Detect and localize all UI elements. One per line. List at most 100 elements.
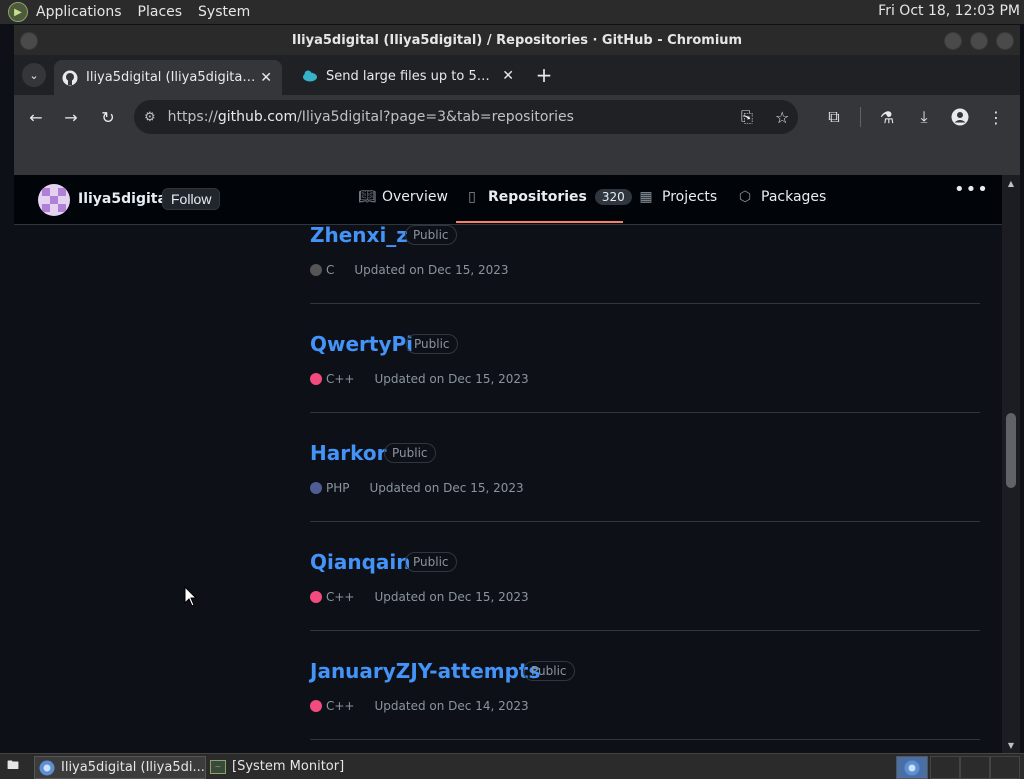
language-color-dot bbox=[310, 591, 322, 603]
repo-name-link[interactable]: JanuaryZJY-attempts bbox=[310, 659, 540, 683]
labs-flask-icon[interactable]: ⚗ bbox=[875, 105, 899, 129]
tab-projects[interactable]: ▦ Projects bbox=[638, 189, 717, 205]
window-titlebar[interactable]: Iliya5digital (Iliya5digital) / Reposito… bbox=[14, 25, 1020, 55]
visibility-badge: Public bbox=[406, 334, 458, 354]
tab-strip: ⌄ Iliya5digital (Iliya5digital) / Re ✕ S… bbox=[14, 55, 1020, 95]
system-monitor-icon: ~ bbox=[210, 759, 226, 774]
app-menu-icon[interactable]: ▶ bbox=[8, 2, 28, 22]
tab-packages[interactable]: ⬡ Packages bbox=[737, 189, 826, 205]
desktop-taskbar: 🖿︎ Iliya5digital (Iliya5di... ~ [System … bbox=[0, 753, 1024, 779]
language-color-dot bbox=[310, 373, 322, 385]
table-icon: ▦ bbox=[639, 189, 653, 205]
tab-overview-label: Overview bbox=[382, 189, 448, 205]
download-icon[interactable]: ⤓ bbox=[912, 105, 936, 129]
repo-name-link[interactable]: QwertyPi bbox=[310, 332, 413, 356]
repo-updated: Updated on Dec 15, 2023 bbox=[374, 372, 529, 386]
scroll-down-icon[interactable]: ▼ bbox=[1006, 741, 1016, 750]
url-scheme: https:// bbox=[167, 109, 218, 125]
visibility-badge: Public bbox=[405, 225, 457, 245]
close-tab-icon[interactable]: ✕ bbox=[260, 70, 272, 86]
scroll-thumb[interactable] bbox=[1006, 413, 1016, 488]
workspace-switcher-4[interactable] bbox=[990, 756, 1020, 779]
show-desktop-icon[interactable]: 🖿︎ bbox=[2, 756, 24, 777]
mouse-cursor-icon bbox=[184, 585, 198, 607]
repo-language: C bbox=[326, 263, 335, 277]
repo-name-link[interactable]: Zhenxi_z bbox=[310, 223, 408, 247]
site-info-icon[interactable]: ⚙ bbox=[144, 110, 156, 125]
install-app-icon[interactable]: ⎘ bbox=[741, 108, 753, 126]
follow-button[interactable]: Follow bbox=[162, 188, 221, 210]
menu-system[interactable]: System bbox=[198, 4, 250, 20]
repo-list-item: Harkor Public PHP Updated on Dec 15, 202… bbox=[310, 441, 980, 522]
address-bar[interactable]: ⚙ https://github.com/Iliya5digital?page=… bbox=[134, 100, 798, 134]
language-color-dot bbox=[310, 264, 322, 276]
forward-icon[interactable]: → bbox=[59, 105, 83, 129]
desktop-top-panel: ▶ Applications Places System Fri Oct 18,… bbox=[0, 0, 1024, 24]
new-tab-icon[interactable]: + bbox=[532, 63, 556, 87]
browser-menu-icon[interactable]: ⋮ bbox=[984, 105, 1008, 129]
tab-transfer[interactable]: Send large files up to 5GB fo ✕ bbox=[294, 61, 524, 91]
taskbar-item-label: Iliya5digital (Iliya5di... bbox=[61, 760, 205, 775]
repo-name-link[interactable]: Qianqain bbox=[310, 550, 411, 574]
tab-repositories[interactable]: ▯ Repositories 320 bbox=[464, 189, 632, 205]
more-options-icon[interactable]: ••• bbox=[954, 179, 989, 200]
repo-meta: C++ Updated on Dec 15, 2023 bbox=[310, 372, 529, 386]
avatar[interactable] bbox=[38, 184, 70, 216]
language-color-dot bbox=[310, 700, 322, 712]
maximize-button[interactable] bbox=[970, 32, 988, 50]
reload-icon[interactable]: ↻ bbox=[96, 105, 120, 129]
tab-title: Iliya5digital (Iliya5digital) / Re bbox=[86, 70, 256, 85]
workspace-switcher-2[interactable] bbox=[930, 756, 960, 779]
repo-meta: C Updated on Dec 15, 2023 bbox=[310, 263, 509, 277]
extensions-icon[interactable]: ⧉ bbox=[822, 105, 846, 129]
book-icon: 📖︎ bbox=[358, 189, 376, 205]
close-tab-icon[interactable]: ✕ bbox=[502, 68, 514, 84]
url-host: github.com bbox=[217, 109, 298, 125]
tab-overview[interactable]: 📖︎ Overview bbox=[358, 189, 448, 205]
back-icon[interactable]: ← bbox=[24, 105, 48, 129]
language-color-dot bbox=[310, 482, 322, 494]
menu-applications[interactable]: Applications bbox=[36, 4, 122, 20]
workspace-switcher-1[interactable] bbox=[896, 756, 928, 779]
close-window-button[interactable] bbox=[996, 32, 1014, 50]
repo-language: C++ bbox=[326, 372, 355, 386]
taskbar-item-browser[interactable]: Iliya5digital (Iliya5di... bbox=[34, 756, 206, 779]
cloud-icon bbox=[302, 68, 318, 84]
profile-username[interactable]: Iliya5digital bbox=[78, 191, 172, 207]
repo-language: C++ bbox=[326, 699, 355, 713]
page-scrollbar[interactable]: ▲ ▼ bbox=[1002, 175, 1020, 753]
tab-github[interactable]: Iliya5digital (Iliya5digital) / Re ✕ bbox=[54, 60, 282, 95]
repo-language: C++ bbox=[326, 590, 355, 604]
minimize-button[interactable] bbox=[944, 32, 962, 50]
repo-meta: C++ Updated on Dec 14, 2023 bbox=[310, 699, 529, 713]
scroll-up-icon[interactable]: ▲ bbox=[1006, 179, 1016, 188]
tab-title: Send large files up to 5GB fo bbox=[326, 68, 494, 84]
workspace-switcher-3[interactable] bbox=[960, 756, 990, 779]
package-icon: ⬡ bbox=[738, 189, 752, 205]
tab-search-button[interactable]: ⌄ bbox=[22, 63, 46, 87]
repo-name-link[interactable]: Harkor bbox=[310, 441, 386, 465]
page-viewport: Iliya5digital Follow 📖︎ Overview ▯ Repos… bbox=[14, 175, 1020, 753]
window-menu-button[interactable] bbox=[20, 32, 38, 50]
clock[interactable]: Fri Oct 18, 12:03 PM bbox=[878, 3, 1020, 19]
menu-places[interactable]: Places bbox=[138, 4, 183, 20]
repo-list-item: JanuaryZJY-attempts Public C++ Updated o… bbox=[310, 659, 980, 740]
window-title: Iliya5digital (Iliya5digital) / Reposito… bbox=[291, 32, 743, 48]
taskbar-item-system-monitor[interactable]: ~ [System Monitor] bbox=[206, 756, 360, 777]
profile-icon[interactable] bbox=[948, 105, 972, 129]
browser-toolbar: ← → ↻ ⚙ https://github.com/Iliya5digital… bbox=[14, 95, 1020, 139]
repo-updated: Updated on Dec 15, 2023 bbox=[374, 590, 529, 604]
visibility-badge: Public bbox=[405, 552, 457, 572]
url-path: /Iliya5digital?page=3&tab=repositories bbox=[297, 109, 574, 125]
browser-window: Iliya5digital (Iliya5digital) / Reposito… bbox=[14, 25, 1020, 753]
repo-updated: Updated on Dec 15, 2023 bbox=[369, 481, 524, 495]
github-icon bbox=[62, 70, 78, 86]
tab-projects-label: Projects bbox=[662, 189, 718, 205]
repo-meta: C++ Updated on Dec 15, 2023 bbox=[310, 590, 529, 604]
visibility-badge: Public bbox=[384, 443, 436, 463]
tab-packages-label: Packages bbox=[761, 189, 827, 205]
bookmark-star-icon[interactable]: ☆ bbox=[775, 108, 789, 127]
visibility-badge: Public bbox=[523, 661, 575, 681]
repositories-count: 320 bbox=[594, 189, 632, 205]
repo-icon: ▯ bbox=[468, 189, 476, 205]
